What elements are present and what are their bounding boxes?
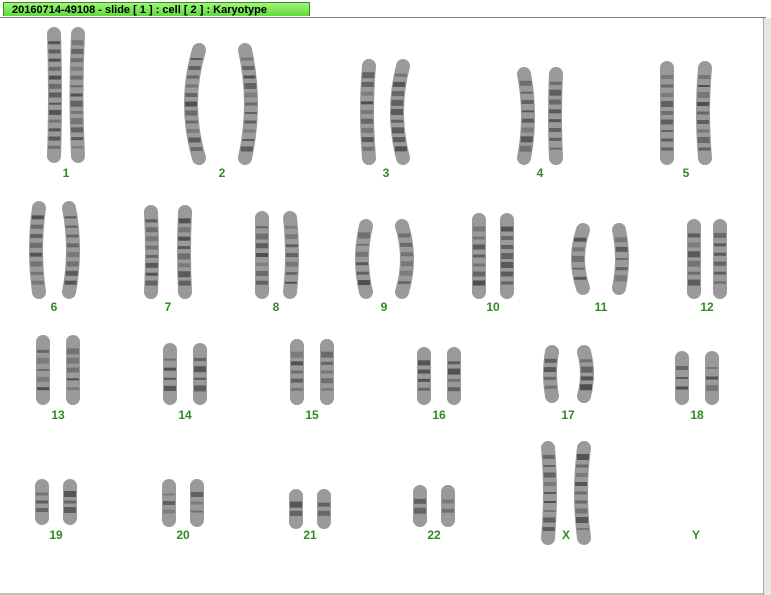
chromosome-label-9: 9: [380, 300, 388, 314]
chromatid-7-a: [144, 205, 159, 299]
chromatid-11-b: [612, 223, 629, 295]
chromatid-3-b: [390, 59, 410, 165]
chromosome-label-7: 7: [164, 300, 172, 314]
chromatid-16-a: [417, 347, 431, 405]
chromosome-pair-13[interactable]: [9, 335, 107, 405]
chromosome-pair-5[interactable]: [633, 61, 739, 165]
chromosome-label-18: 18: [690, 408, 704, 422]
chromosome-label-13: 13: [51, 408, 65, 422]
chromosome-pair-8[interactable]: [228, 211, 324, 299]
chromosome-label-14: 14: [178, 408, 192, 422]
chromatid-9-b: [395, 219, 414, 299]
chromatid-4-b: [548, 67, 563, 165]
chromatid-10-b: [500, 213, 514, 299]
chromosome-pair-11[interactable]: [549, 223, 653, 295]
chromosome-pair-4[interactable]: [490, 67, 590, 165]
chromatid-17-a: [543, 345, 559, 403]
chromatid-5-a: [660, 61, 674, 165]
tab-karyotype[interactable]: 20160714-49108 - slide [ 1 ] : cell [ 2 …: [3, 2, 310, 16]
chromatid-15-a: [290, 339, 304, 405]
chromatid-19-a: [35, 479, 49, 525]
chromosome-pair-19[interactable]: [8, 479, 104, 525]
chromatid-X-a: [541, 441, 557, 545]
chromosome-pair-10[interactable]: [445, 213, 541, 299]
chromosome-label-1: 1: [62, 166, 70, 180]
chromosome-label-2: 2: [218, 166, 226, 180]
chromosome-label-12: 12: [700, 300, 714, 314]
chromosome-label-Y: Y: [691, 528, 700, 542]
chromatid-1-b: [69, 27, 85, 163]
chromosome-label-5: 5: [682, 166, 690, 180]
chromosome-label-3: 3: [382, 166, 390, 180]
chromosome-label-11: 11: [594, 300, 608, 314]
chromosome-pair-X[interactable]: [514, 441, 618, 545]
chromatid-12-b: [713, 219, 727, 299]
chromosome-pair-6[interactable]: [5, 201, 103, 299]
chromatid-6-a: [29, 201, 46, 299]
chromatid-11-a: [571, 223, 590, 295]
chromosome-pair-16[interactable]: [390, 347, 488, 405]
chromatid-2-a: [184, 43, 206, 165]
chromosome-label-16: 16: [432, 408, 446, 422]
chromosome-label-22: 22: [427, 528, 441, 542]
chromatid-X-b: [574, 441, 591, 545]
chromatid-8-a: [255, 211, 269, 299]
chromosome-label-19: 19: [49, 528, 63, 542]
chromatid-14-a: [163, 343, 177, 405]
chromatid-22-a: [413, 485, 427, 527]
chromatid-1-a: [47, 27, 62, 163]
chromatid-10-a: [472, 213, 486, 299]
chromatid-21-b: [317, 489, 331, 529]
chromatid-18-a: [675, 351, 689, 405]
chromosome-label-8: 8: [272, 300, 280, 314]
chromatid-3-a: [360, 59, 376, 165]
chromatid-15-b: [320, 339, 334, 405]
tab-bar: 20160714-49108 - slide [ 1 ] : cell [ 2 …: [0, 0, 771, 18]
chromatid-12-a: [687, 219, 701, 299]
chromosome-label-6: 6: [50, 300, 58, 314]
chromatid-7-b: [177, 205, 192, 299]
chromosome-label-17: 17: [561, 408, 575, 422]
chromosome-label-20: 20: [176, 528, 190, 542]
chromosome-label-21: 21: [303, 528, 317, 542]
chromosome-pair-1[interactable]: [20, 27, 112, 163]
chromosome-pair-20[interactable]: [135, 479, 231, 527]
chromosome-pair-17[interactable]: [518, 345, 618, 403]
chromosome-pair-18[interactable]: [648, 351, 746, 405]
chromatid-2-b: [238, 43, 258, 165]
chromosome-pair-2[interactable]: [165, 43, 279, 165]
chromatid-9-a: [355, 219, 373, 299]
chromosome-pair-15[interactable]: [263, 339, 361, 405]
chromatid-4-a: [517, 67, 535, 165]
chromosome-pair-12[interactable]: [660, 219, 754, 299]
chromatid-21-a: [289, 489, 303, 529]
chromosome-label-10: 10: [486, 300, 500, 314]
karyotype-canvas: 1 2 3 4 5 6 7 8 9 10 11 12 13 14 15 16 17 18 19 20 21 22 X Y: [0, 18, 766, 595]
chromosome-pair-7[interactable]: [117, 205, 219, 299]
chromosome-pair-21[interactable]: [262, 489, 358, 529]
chromosome-label-4: 4: [536, 166, 544, 180]
chromosome-pair-22[interactable]: [386, 485, 482, 527]
chromatid-22-b: [441, 485, 455, 527]
chromosome-pair-9[interactable]: [332, 219, 436, 299]
chromosome-pair-3[interactable]: [335, 59, 437, 165]
chromatid-18-b: [705, 351, 719, 405]
chromatid-8-b: [283, 211, 299, 299]
chromosome-label-15: 15: [305, 408, 319, 422]
vertical-scrollbar[interactable]: [763, 18, 771, 595]
chromatid-5-b: [696, 61, 712, 165]
chromatid-16-b: [447, 347, 461, 405]
chromatid-19-b: [63, 479, 77, 525]
chromatid-13-a: [36, 335, 50, 405]
chromatid-17-b: [577, 345, 594, 403]
chromatid-20-a: [162, 479, 176, 527]
chromatid-20-b: [190, 479, 204, 527]
chromatid-13-b: [66, 335, 80, 405]
chromatid-14-b: [193, 343, 207, 405]
chromosome-pair-14[interactable]: [136, 343, 234, 405]
chromatid-6-b: [62, 201, 80, 299]
